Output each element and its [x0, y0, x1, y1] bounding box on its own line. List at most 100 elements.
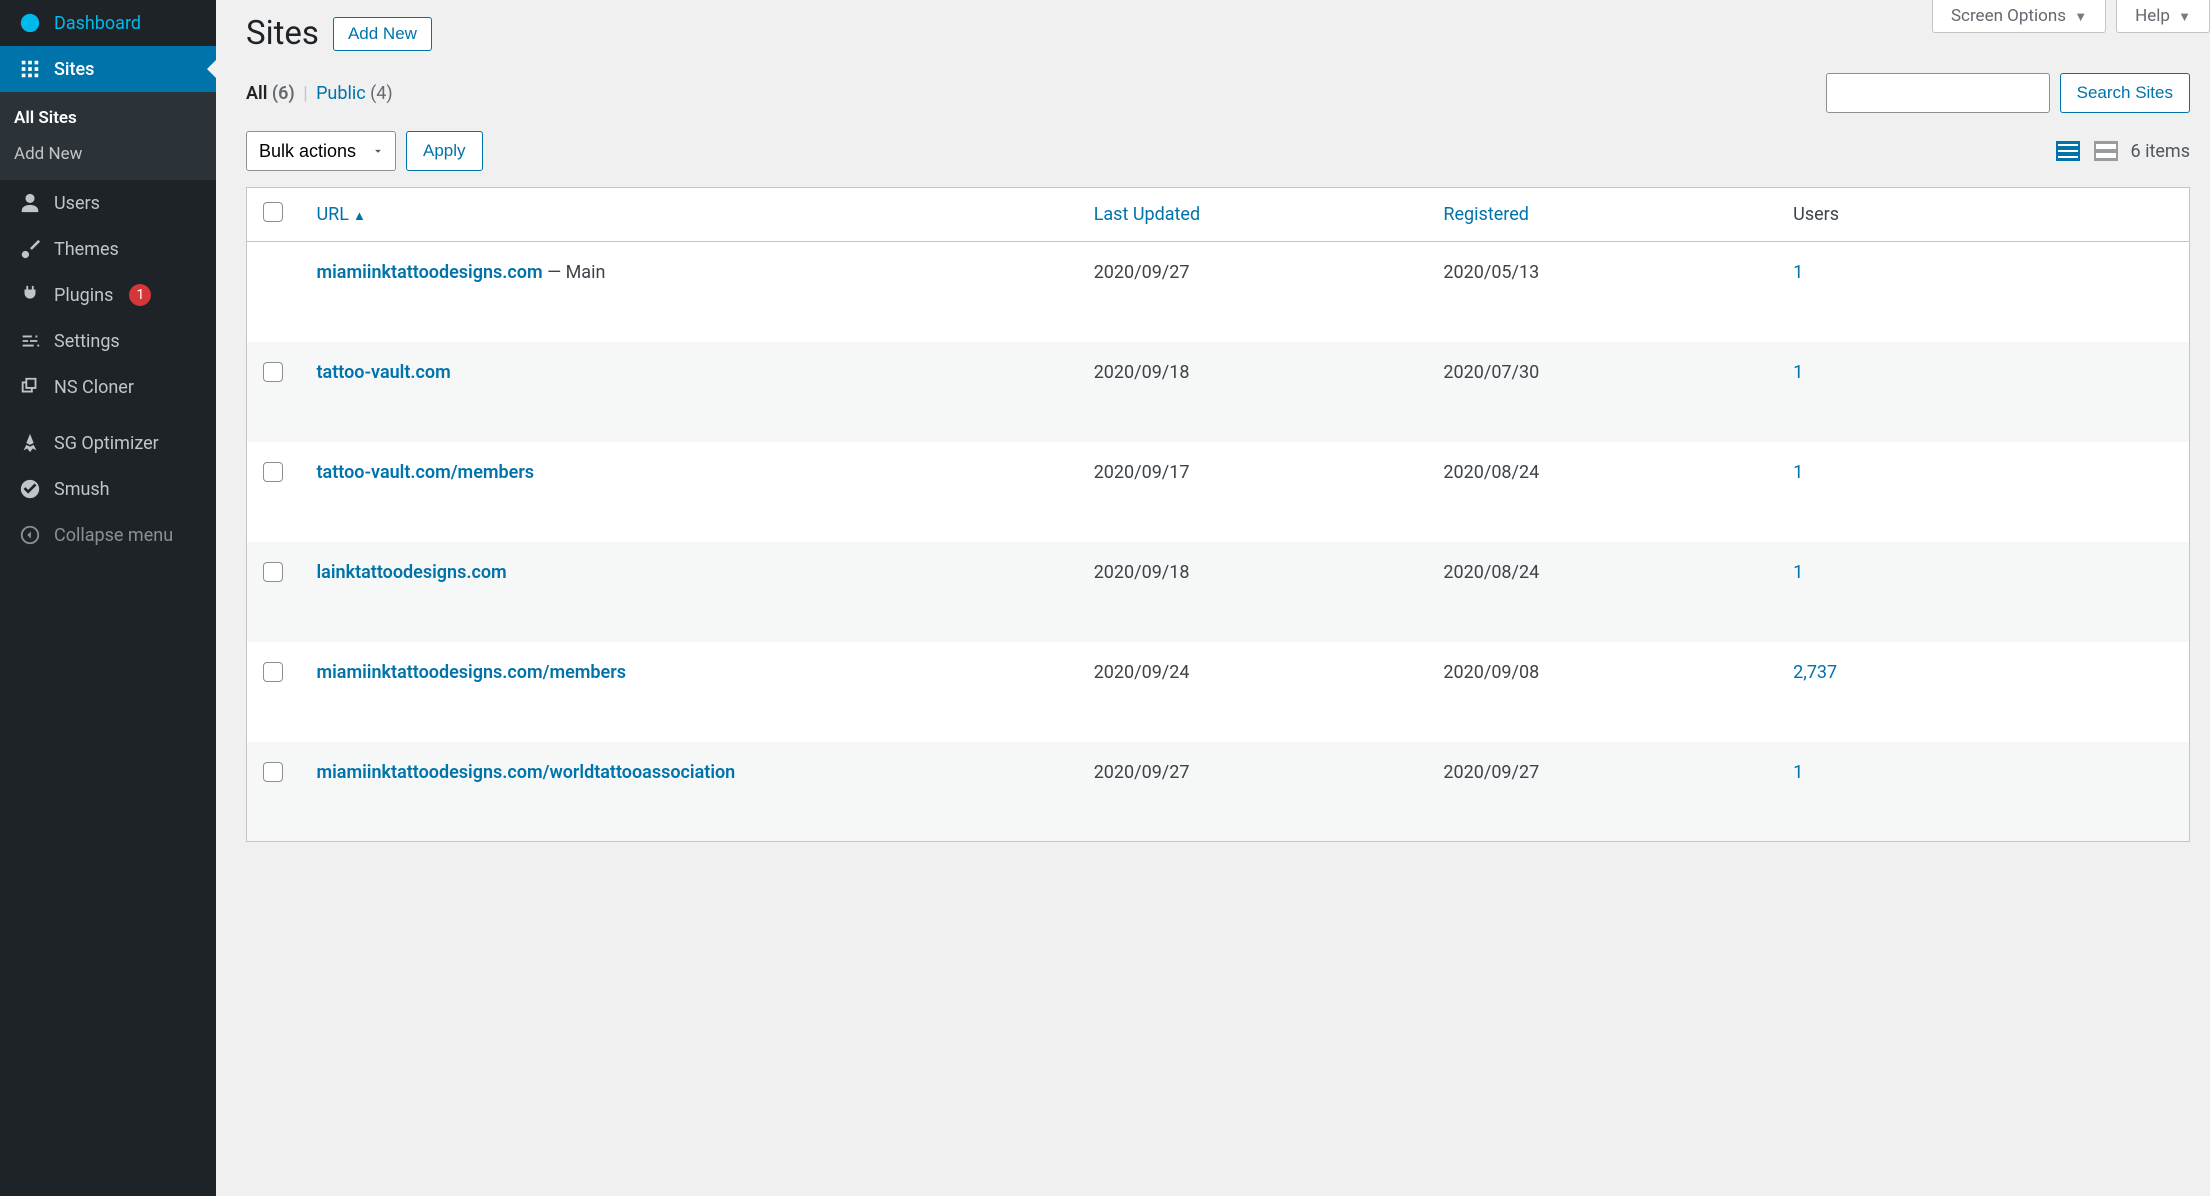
sidebar-item-label: SG Optimizer: [54, 433, 159, 454]
users-count-link[interactable]: 1: [1793, 362, 1803, 383]
cell-registered: 2020/05/13: [1427, 242, 1777, 342]
sliders-icon: [18, 329, 42, 353]
col-last-updated[interactable]: Last Updated: [1078, 188, 1428, 242]
sort-asc-icon: ▲: [353, 209, 366, 224]
view-excerpt-icon[interactable]: [2093, 140, 2119, 162]
admin-sidebar: Dashboard Sites All Sites Add New Users …: [0, 0, 216, 1196]
sidebar-item-label: Dashboard: [54, 13, 141, 34]
cell-registered: 2020/07/30: [1427, 342, 1777, 442]
site-url-link[interactable]: miamiinktattoodesigns.com/worldtattooass…: [317, 762, 736, 783]
filter-links: All (6) | Public (4): [246, 83, 393, 104]
items-count: 6 items: [2131, 141, 2190, 162]
chevron-down-icon: ▼: [2178, 10, 2191, 25]
sidebar-item-plugins[interactable]: Plugins 1: [0, 272, 216, 318]
rocket-icon: [18, 431, 42, 455]
site-url-link[interactable]: miamiinktattoodesigns.com/members: [317, 662, 626, 683]
sidebar-item-label: Users: [54, 193, 100, 214]
sidebar-item-label: Smush: [54, 479, 110, 500]
table-row: miamiinktattoodesigns.com/members 2020/09…: [247, 642, 2190, 742]
chevron-down-icon: ▼: [2074, 10, 2087, 25]
add-new-button[interactable]: Add New: [333, 17, 432, 51]
site-url-link[interactable]: miamiinktattoodesigns.com: [317, 262, 543, 283]
sidebar-item-label: Plugins: [54, 285, 113, 306]
filter-separator: |: [303, 83, 307, 104]
brush-icon: [18, 237, 42, 261]
row-checkbox[interactable]: [263, 762, 283, 782]
sidebar-item-sites[interactable]: Sites: [0, 46, 216, 92]
cell-registered: 2020/08/24: [1427, 542, 1777, 642]
screen-options-label: Screen Options: [1951, 6, 2066, 26]
select-all-checkbox[interactable]: [263, 202, 283, 222]
help-tab[interactable]: Help ▼: [2116, 0, 2210, 33]
row-checkbox[interactable]: [263, 462, 283, 482]
table-row: tattoo-vault.com 2020/09/182020/07/30 1: [247, 342, 2190, 442]
sidebar-collapse[interactable]: Collapse menu: [0, 512, 216, 558]
cell-updated: 2020/09/24: [1078, 642, 1428, 742]
sidebar-item-ns-cloner[interactable]: NS Cloner: [0, 364, 216, 410]
sidebar-item-label: Themes: [54, 239, 119, 260]
cell-updated: 2020/09/18: [1078, 542, 1428, 642]
cell-registered: 2020/09/08: [1427, 642, 1777, 742]
table-row: lainktattoodesigns.com 2020/09/182020/08/…: [247, 542, 2190, 642]
plug-icon: [18, 283, 42, 307]
cell-updated: 2020/09/27: [1078, 242, 1428, 342]
filter-public-label: Public: [316, 83, 366, 104]
users-count-link[interactable]: 1: [1793, 562, 1803, 583]
main-content: Screen Options ▼ Help ▼ Sites Add New Al…: [216, 0, 2210, 1196]
sidebar-item-users[interactable]: Users: [0, 180, 216, 226]
site-url-link[interactable]: lainktattoodesigns.com: [317, 562, 507, 583]
row-checkbox[interactable]: [263, 362, 283, 382]
table-row: miamiinktattoodesigns.com — Main2020/09/…: [247, 242, 2190, 342]
sidebar-item-themes[interactable]: Themes: [0, 226, 216, 272]
users-count-link[interactable]: 1: [1793, 262, 1803, 283]
site-url-link[interactable]: tattoo-vault.com: [317, 362, 451, 383]
cell-updated: 2020/09/27: [1078, 742, 1428, 842]
help-label: Help: [2135, 6, 2170, 26]
filter-all-count: (6): [272, 83, 295, 104]
search-button[interactable]: Search Sites: [2060, 73, 2190, 113]
dashboard-icon: [18, 11, 42, 35]
plugins-update-badge: 1: [129, 284, 151, 306]
sites-table: URL ▲ Last Updated Registered Users miami…: [246, 187, 2190, 842]
cell-registered: 2020/08/24: [1427, 442, 1777, 542]
search-input[interactable]: [1826, 73, 2050, 113]
row-checkbox[interactable]: [263, 562, 283, 582]
network-icon: [18, 57, 42, 81]
clone-icon: [18, 375, 42, 399]
sidebar-sub-add-new[interactable]: Add New: [0, 136, 216, 172]
cell-updated: 2020/09/18: [1078, 342, 1428, 442]
sidebar-item-label: Collapse menu: [54, 525, 173, 546]
bulk-actions-select[interactable]: Bulk actions: [246, 131, 396, 171]
screen-options-tab[interactable]: Screen Options ▼: [1932, 0, 2106, 33]
filter-all-label: All: [246, 83, 267, 104]
sidebar-item-dashboard[interactable]: Dashboard: [0, 0, 216, 46]
filter-public-count: (4): [370, 83, 393, 104]
filter-all[interactable]: All (6): [246, 83, 295, 104]
sidebar-item-sg-optimizer[interactable]: SG Optimizer: [0, 420, 216, 466]
user-icon: [18, 191, 42, 215]
col-url[interactable]: URL ▲: [301, 188, 1078, 242]
apply-button[interactable]: Apply: [406, 131, 483, 171]
users-count-link[interactable]: 1: [1793, 762, 1803, 783]
site-url-link[interactable]: tattoo-vault.com/members: [317, 462, 535, 483]
col-users: Users: [1777, 188, 2189, 242]
sidebar-item-label: Settings: [54, 331, 120, 352]
table-row: miamiinktattoodesigns.com/worldtattooass…: [247, 742, 2190, 842]
row-checkbox[interactable]: [263, 662, 283, 682]
sidebar-sub-all-sites[interactable]: All Sites: [0, 100, 216, 136]
view-list-icon[interactable]: [2055, 140, 2081, 162]
cell-registered: 2020/09/27: [1427, 742, 1777, 842]
sidebar-item-settings[interactable]: Settings: [0, 318, 216, 364]
users-count-link[interactable]: 1: [1793, 462, 1803, 483]
top-tabs: Screen Options ▼ Help ▼: [1932, 0, 2210, 33]
sidebar-item-label: Sites: [54, 59, 94, 80]
sidebar-item-smush[interactable]: Smush: [0, 466, 216, 512]
table-row: tattoo-vault.com/members 2020/09/172020/0…: [247, 442, 2190, 542]
sidebar-item-label: NS Cloner: [54, 377, 134, 398]
sidebar-sub-sites: All Sites Add New: [0, 92, 216, 180]
users-count-link[interactable]: 2,737: [1793, 662, 1837, 683]
col-url-label: URL: [317, 204, 349, 225]
cell-updated: 2020/09/17: [1078, 442, 1428, 542]
filter-public[interactable]: Public (4): [316, 83, 393, 104]
col-registered[interactable]: Registered: [1427, 188, 1777, 242]
